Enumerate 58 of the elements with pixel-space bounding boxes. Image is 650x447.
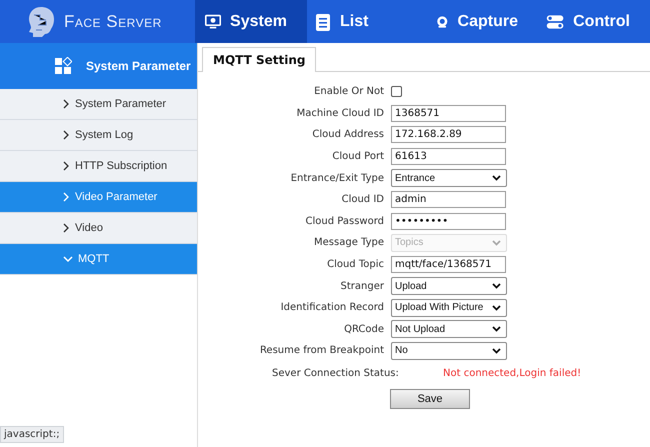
input-field[interactable]: 61613 — [391, 148, 506, 166]
nav-tab[interactable]: List — [306, 0, 416, 43]
field-label: Message Type — [313, 237, 385, 248]
chevron-down-icon — [492, 283, 501, 290]
clipboard-icon — [314, 12, 331, 32]
dropdown[interactable]: No — [391, 342, 507, 360]
nav-tab[interactable]: System — [194, 0, 307, 43]
field-label: Resume from Breakpoint — [258, 345, 385, 356]
field-label: QRCode — [343, 324, 385, 335]
sidebar-item[interactable]: HTTP Subscription — [0, 151, 197, 182]
chevron-down-icon — [492, 175, 501, 182]
field-label: Entrance/Exit Type — [290, 172, 385, 184]
sidebar-item[interactable]: Video — [0, 213, 197, 244]
input-field[interactable]: 1368571 — [391, 104, 506, 122]
toggle-icon — [546, 12, 564, 30]
sidebar-item[interactable]: MQTT — [0, 244, 197, 275]
dropdown[interactable]: Not Upload — [391, 320, 507, 338]
dropdown[interactable]: Upload With Picture — [391, 298, 507, 317]
field-label: Machine Cloud ID — [296, 108, 385, 119]
dropdown[interactable]: Upload — [391, 277, 507, 296]
chevron-down-icon — [492, 240, 501, 246]
field-label: Cloud Topic — [326, 259, 385, 270]
nav-tab[interactable]: Capture — [416, 0, 538, 43]
chevron-right-icon — [63, 223, 70, 233]
sidebar-item[interactable]: Video Parameter — [0, 182, 197, 213]
chevron-right-icon — [63, 161, 70, 171]
status-message: Not connected,Login failed! — [443, 368, 582, 379]
chevron-down-icon — [492, 304, 501, 311]
monitor-icon — [204, 12, 222, 30]
tab[interactable]: MQTT Setting — [202, 47, 316, 72]
sidebar-item[interactable]: System Parameter — [0, 89, 197, 120]
status-bar-url: javascript:; — [0, 426, 64, 443]
grid-icon — [54, 57, 72, 75]
input-field[interactable]: 172.168.2.89 — [391, 126, 506, 144]
checkbox[interactable] — [391, 86, 402, 98]
chevron-right-icon — [63, 99, 70, 109]
save-button[interactable]: Save — [390, 388, 470, 409]
nav-tab[interactable]: Control — [538, 0, 650, 43]
field-label: Cloud Port — [331, 151, 385, 162]
chevron-down-icon — [63, 255, 73, 263]
field-label: Cloud Password — [304, 216, 385, 227]
field-label: Identification Record — [280, 302, 385, 314]
sidebar-title: System Parameter — [86, 59, 191, 73]
field-label: Stranger — [340, 280, 385, 292]
dropdown[interactable]: Entrance — [391, 169, 507, 188]
field-label: Cloud Address — [311, 129, 385, 140]
app-logo: Face Server — [64, 12, 162, 32]
input-field[interactable]: mqtt/face/1368571 — [391, 256, 506, 274]
field-label: Enable Or Not — [313, 86, 385, 98]
chevron-right-icon — [63, 130, 70, 140]
field-label: Cloud ID — [340, 194, 385, 206]
input-field[interactable]: ••••••••• — [391, 212, 506, 230]
chevron-down-icon — [492, 348, 501, 354]
chevron-right-icon — [63, 192, 70, 202]
status-label: Sever Connection Status: — [271, 368, 400, 379]
input-field[interactable]: admin — [391, 191, 506, 208]
chevron-down-icon — [492, 326, 501, 332]
sidebar-item[interactable]: System Log — [0, 120, 197, 151]
